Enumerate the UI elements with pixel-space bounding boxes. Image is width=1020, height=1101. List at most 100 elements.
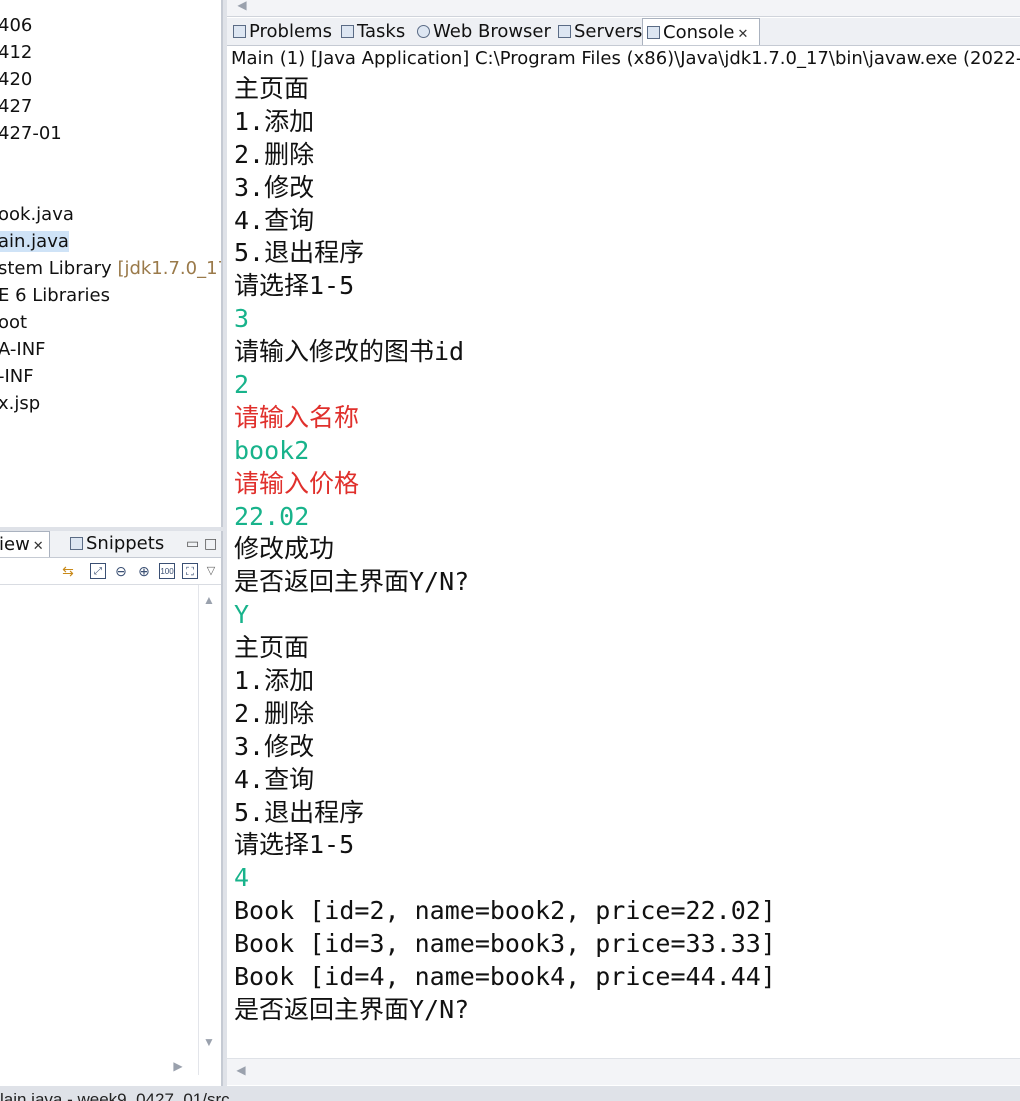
globe-icon [417, 25, 430, 38]
tree-item-suffix: [jdk1.7.0_17] [117, 258, 221, 279]
tasks-icon [341, 25, 354, 38]
tree-item-label: 412 [0, 42, 33, 63]
servers-icon [558, 25, 571, 38]
console-line: 4.查询 [234, 205, 315, 235]
tree-item[interactable]: A-INF [0, 338, 46, 362]
tree-item[interactable]: ook.java [0, 203, 74, 227]
outline-tab-bar: iew ✕ Snippets ▭ □ [0, 531, 221, 558]
console-line: 主页面 [234, 633, 310, 663]
console-panel: ◀ Problems Tasks Web Browser Servers Con… [227, 0, 1020, 1086]
console-line: 2.删除 [234, 698, 315, 728]
console-line: 是否返回主界面Y/N? [234, 567, 470, 597]
console-line: 1.添加 [234, 666, 315, 696]
tree-item-label: ook.java [0, 204, 74, 225]
editor-horizontal-scrollbar[interactable]: ◀ [227, 0, 1020, 17]
outline-content [0, 585, 198, 1075]
console-line: 修改成功 [234, 534, 335, 564]
tab-problems-label: Problems [249, 21, 332, 42]
outline-panel: iew ✕ Snippets ▭ □ ⇆ ⤢ ⊖ ⊕ 100 ⛶ ▽ ▲ ▼ ▶ [0, 531, 223, 1086]
tree-item[interactable]: ain.java [0, 230, 69, 254]
console-line: 2.删除 [234, 139, 315, 169]
horizontal-scrollbar[interactable]: ◀ [227, 1058, 1020, 1085]
tree-item-label: A-INF [0, 339, 46, 360]
vertical-scrollbar[interactable]: ▲ ▼ [198, 585, 219, 1075]
tab-snippets[interactable]: Snippets [66, 531, 168, 557]
console-line: Book [id=3, name=book3, price=33.33] [234, 929, 776, 959]
console-line: 2 [234, 370, 250, 400]
tree-item-label: -INF [0, 366, 34, 387]
tab-servers-label: Servers [574, 21, 643, 42]
console-line: 3.修改 [234, 172, 315, 202]
console-icon [647, 26, 660, 39]
console-line: 5.退出程序 [234, 238, 365, 268]
zoom-out-icon[interactable]: ⊖ [113, 563, 129, 579]
console-line: 3 [234, 304, 250, 334]
console-line: 4.查询 [234, 764, 315, 794]
console-line: 5.退出程序 [234, 797, 365, 827]
tab-snippets-label: Snippets [86, 533, 165, 554]
console-line: 请输入名称 [234, 402, 360, 432]
scroll-up-icon[interactable]: ▲ [199, 593, 219, 607]
outline-toolbar: ⇆ ⤢ ⊖ ⊕ 100 ⛶ ▽ [0, 558, 221, 585]
problems-icon [233, 25, 246, 38]
tree-item-label: 420 [0, 69, 33, 90]
tab-console-label: Console [663, 22, 735, 43]
tree-item-label: stem Library [0, 258, 118, 279]
tab-outline-label: iew [0, 534, 30, 555]
tree-item-label: ain.java [0, 231, 69, 252]
console-line: 请选择1-5 [234, 271, 355, 301]
close-icon[interactable]: ✕ [33, 539, 44, 554]
console-line: 请输入修改的图书id [234, 337, 465, 367]
tab-tasks[interactable]: Tasks [337, 18, 409, 45]
console-line: 是否返回主界面Y/N? [234, 994, 470, 1024]
status-bar: lain.java - week9_0427_01/src [0, 1086, 1020, 1101]
fit-page-icon[interactable]: ⛶ [182, 563, 198, 579]
tree-item[interactable]: E 6 Libraries [0, 284, 110, 308]
console-line: 请选择1-5 [234, 830, 355, 860]
tree-item[interactable]: 420 [0, 68, 32, 92]
console-line: Book [id=2, name=book2, price=22.02] [234, 896, 776, 926]
close-icon[interactable]: ✕ [737, 27, 748, 42]
tab-tasks-label: Tasks [357, 21, 406, 42]
fit-icon[interactable]: ⤢ [90, 563, 106, 579]
scroll-right-icon[interactable]: ▶ [168, 1059, 188, 1073]
console-line: 22.02 [234, 501, 310, 531]
zoom-in-icon[interactable]: ⊕ [136, 563, 152, 579]
tab-servers[interactable]: Servers [554, 18, 646, 45]
tree-item-label: oot [0, 312, 28, 333]
console-output[interactable]: 主页面 1.添加 2.删除 3.修改 4.查询 5.退出程序 请选择1-5 3 请输入修改的图书… [234, 73, 1020, 1053]
tree-item[interactable]: 427-01 [0, 122, 62, 146]
console-line: 1.添加 [234, 106, 315, 136]
console-tab-bar: Problems Tasks Web Browser Servers Conso… [227, 18, 1020, 46]
tab-outline[interactable]: iew ✕ [0, 531, 50, 557]
snippets-icon [70, 537, 83, 550]
console-line: book2 [234, 435, 310, 465]
tree-item[interactable]: stem Library [jdk1.7.0_17] [0, 257, 221, 281]
scroll-down-icon[interactable]: ▼ [199, 1035, 219, 1049]
link-editor-icon[interactable]: ⇆ [60, 563, 76, 579]
process-title: Main (1) [Java Application] C:\Program F… [231, 48, 1020, 69]
tree-item-label: 427-01 [0, 123, 62, 144]
actual-size-icon[interactable]: 100 [159, 563, 175, 579]
scroll-left-icon[interactable]: ◀ [227, 0, 257, 12]
tree-item-label: x.jsp [0, 393, 41, 414]
tree-item[interactable]: oot [0, 311, 27, 335]
view-menu-icon[interactable]: ▽ [203, 563, 219, 579]
console-line: 主页面 [234, 74, 310, 103]
maximize-icon[interactable]: □ [200, 531, 221, 557]
tree-item-label: 427 [0, 96, 33, 117]
tree-item[interactable]: 412 [0, 41, 32, 65]
tree-item[interactable]: 406 [0, 14, 32, 38]
console-line: 3.修改 [234, 731, 315, 761]
project-explorer: 406 412 420 427 427-01 ook.java ain.java stem L… [0, 0, 223, 527]
tree-item[interactable]: 427 [0, 95, 32, 119]
tree-item-label: 406 [0, 15, 33, 36]
tree-item[interactable]: x.jsp [0, 392, 40, 416]
tab-web-browser[interactable]: Web Browser [413, 18, 555, 45]
console-line: Y [234, 600, 250, 630]
tab-problems[interactable]: Problems [229, 18, 336, 45]
scroll-left-icon[interactable]: ◀ [231, 1063, 251, 1077]
console-line: 4 [234, 863, 250, 893]
tab-console[interactable]: Console ✕ [642, 18, 760, 45]
tree-item[interactable]: -INF [0, 365, 34, 389]
